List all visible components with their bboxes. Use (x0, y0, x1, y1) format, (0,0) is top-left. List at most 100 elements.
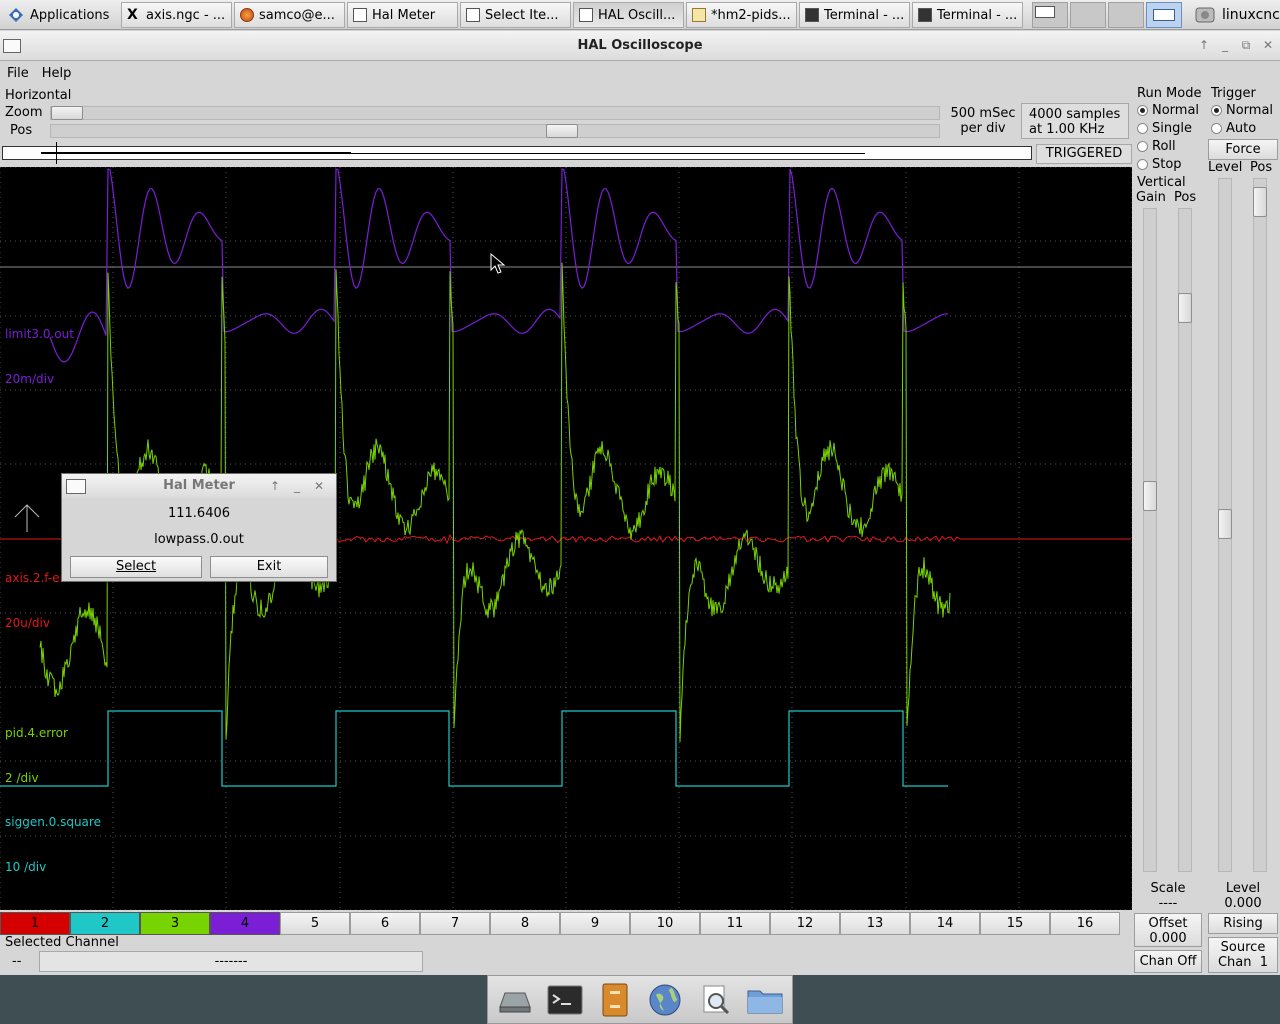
channel-button-6[interactable]: 6 (350, 912, 420, 935)
run-mode-single-label: Single (1152, 121, 1192, 136)
run-mode-normal[interactable]: Normal (1137, 103, 1199, 118)
terminal-icon[interactable] (545, 981, 585, 1019)
task-label: *hm2-pids... (711, 8, 791, 23)
trigger-normal-label: Normal (1226, 103, 1273, 118)
web-browser-icon[interactable] (645, 981, 685, 1019)
task-label: Hal Meter (372, 8, 435, 23)
task-label: Terminal - ... (824, 8, 904, 23)
gain-slider-thumb[interactable] (1143, 481, 1157, 511)
gain-slider[interactable] (1143, 208, 1157, 872)
hal-meter-select-button[interactable]: Select (70, 556, 202, 578)
channel-button-16[interactable]: 16 (1050, 912, 1120, 935)
channel-button-15[interactable]: 15 (980, 912, 1050, 935)
vertical-pos-slider-thumb[interactable] (1178, 293, 1192, 323)
record-position-bar[interactable] (2, 146, 1032, 160)
switch-user-icon (1194, 4, 1216, 26)
task-email[interactable]: samco@e... (234, 2, 345, 28)
task-hal-oscilloscope[interactable]: HAL Oscill... (573, 2, 684, 28)
user-menu[interactable]: linuxcnc (1188, 0, 1280, 30)
radio-dot (1137, 141, 1148, 152)
workspace-3[interactable] (1108, 2, 1144, 28)
applications-menu[interactable]: Applications (2, 2, 119, 28)
vertical-pos-slider[interactable] (1178, 208, 1192, 872)
radio-dot (1211, 105, 1222, 116)
trace-label-limit3: limit3.0.out 20m/div (5, 297, 74, 417)
run-mode-single[interactable]: Single (1137, 121, 1192, 136)
trigger-pos-slider-thumb[interactable] (1253, 187, 1267, 217)
search-icon[interactable] (695, 981, 735, 1019)
channel-button-11[interactable]: 11 (700, 912, 770, 935)
channel-button-3[interactable]: 3 (140, 912, 210, 935)
zoom-slider-thumb[interactable] (51, 106, 83, 120)
trigger-normal[interactable]: Normal (1211, 103, 1273, 118)
trigger-source-button[interactable]: Source Chan 1 (1208, 937, 1278, 973)
horizontal-panel: Horizontal Zoom Pos 500 mSec per div 400… (2, 87, 1132, 165)
force-button[interactable]: Force (1208, 139, 1278, 160)
menu-file[interactable]: File (0, 62, 35, 86)
trigger-title: Trigger (1211, 86, 1256, 101)
channel-button-9[interactable]: 9 (560, 912, 630, 935)
close-icon[interactable]: ✕ (1260, 37, 1276, 53)
keep-above-icon[interactable]: ↑ (1196, 37, 1212, 53)
task-select-item[interactable]: Select Ite... (460, 2, 571, 28)
task-hal-meter[interactable]: Hal Meter (347, 2, 458, 28)
trigger-level-slider-thumb[interactable] (1218, 509, 1232, 539)
minimize-icon[interactable]: _ (1217, 37, 1233, 53)
channel-button-2[interactable]: 2 (70, 912, 140, 935)
channel-button-14[interactable]: 14 (910, 912, 980, 935)
run-mode-roll[interactable]: Roll (1137, 139, 1176, 154)
text-editor-icon (692, 8, 706, 22)
close-icon[interactable]: ✕ (311, 478, 327, 494)
keep-above-icon[interactable]: ↑ (267, 478, 283, 494)
trigger-level-caption: Level (1208, 881, 1278, 896)
menu-help[interactable]: Help (35, 62, 78, 86)
task-editor[interactable]: *hm2-pids... (686, 2, 797, 28)
chan-off-button[interactable]: Chan Off (1134, 950, 1202, 973)
pos-label: Pos (10, 123, 32, 138)
pos-slider-thumb[interactable] (546, 124, 578, 138)
run-mode-normal-label: Normal (1152, 103, 1199, 118)
trigger-level-slider[interactable] (1218, 178, 1232, 872)
channel-button-7[interactable]: 7 (420, 912, 490, 935)
pos-slider[interactable] (50, 124, 940, 138)
hal-meter-exit-button[interactable]: Exit (210, 556, 328, 578)
maximize-icon[interactable]: ⧉ (1238, 37, 1254, 53)
channel-button-12[interactable]: 12 (770, 912, 840, 935)
vertical-pos-label: Pos (1174, 190, 1196, 205)
workspace-1[interactable] (1032, 2, 1068, 28)
channel-button-10[interactable]: 10 (630, 912, 700, 935)
selected-channel-source[interactable]: ------- (39, 951, 423, 972)
hal-meter-titlebar[interactable]: Hal Meter ↑ _ ✕ (62, 474, 336, 498)
terminal-icon (918, 8, 932, 22)
minimize-icon[interactable]: _ (289, 478, 305, 494)
channel-button-4[interactable]: 4 (210, 912, 280, 935)
trigger-auto[interactable]: Auto (1211, 121, 1256, 136)
drive-icon[interactable] (495, 981, 535, 1019)
run-mode-stop-label: Stop (1152, 157, 1182, 172)
file-cabinet-icon[interactable] (595, 981, 635, 1019)
channel-button-5[interactable]: 5 (280, 912, 350, 935)
trigger-pos-label: Pos (1250, 160, 1272, 175)
channel-button-13[interactable]: 13 (840, 912, 910, 935)
channel-button-1[interactable]: 1 (0, 912, 70, 935)
record-length-line (41, 153, 865, 154)
run-mode-title: Run Mode (1137, 86, 1201, 101)
timebase-readout: 500 mSec per div (946, 106, 1020, 136)
channel-button-8[interactable]: 8 (490, 912, 560, 935)
application-dock (487, 975, 793, 1024)
offset-button[interactable]: Offset 0.000 (1134, 913, 1202, 947)
folder-icon[interactable] (745, 981, 785, 1019)
trigger-pos-slider[interactable] (1253, 178, 1267, 872)
zoom-slider[interactable] (50, 106, 940, 120)
workspace-4[interactable] (1146, 2, 1182, 28)
window-titlebar[interactable]: HAL Oscilloscope ↑ _ ⧉ ✕ (0, 31, 1280, 61)
offset-label: Offset (1135, 916, 1201, 931)
run-mode-stop[interactable]: Stop (1137, 157, 1182, 172)
trigger-edge-button[interactable]: Rising (1208, 913, 1278, 934)
task-terminal-2[interactable]: Terminal - ... (912, 2, 1023, 28)
task-axis[interactable]: X axis.ngc - ... (121, 2, 232, 28)
zoom-label: Zoom (5, 105, 42, 120)
task-terminal-1[interactable]: Terminal - ... (799, 2, 910, 28)
trigger-auto-label: Auto (1226, 121, 1256, 136)
workspace-2[interactable] (1070, 2, 1106, 28)
